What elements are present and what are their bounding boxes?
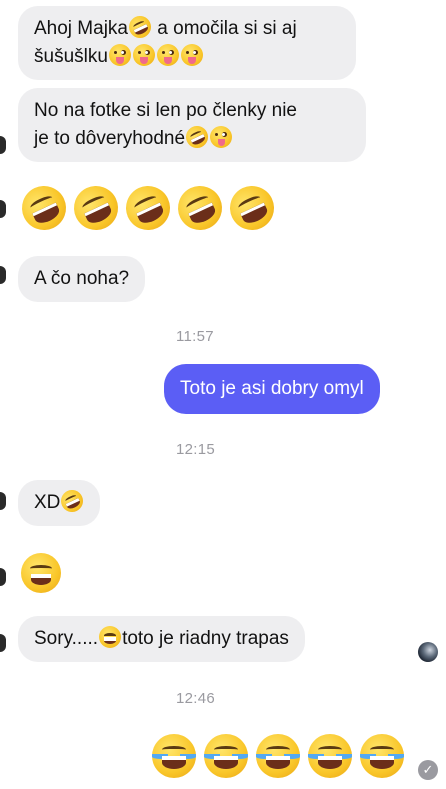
incoming-message[interactable]: Sory..... toto je riadny trapas bbox=[18, 616, 305, 662]
message-text: A čo noha? bbox=[34, 268, 130, 289]
check-icon: ✓ bbox=[418, 760, 438, 780]
message-text: je to dôveryhodné bbox=[34, 128, 186, 149]
incoming-message[interactable]: Ahoj Majka a omočila si si aj šušušlku bbox=[18, 6, 356, 80]
rofl-emoji-icon bbox=[222, 178, 282, 238]
grinning-sweat-emoji-icon bbox=[21, 553, 61, 593]
avatar-edge bbox=[0, 266, 6, 284]
rofl-emoji-icon bbox=[182, 122, 212, 152]
message-text: Sory..... bbox=[34, 628, 99, 649]
avatar-edge bbox=[0, 634, 6, 652]
message-text: šušušlku bbox=[34, 46, 108, 67]
zany-face-emoji-icon bbox=[108, 44, 131, 66]
timestamp: 12:46 bbox=[176, 690, 216, 707]
message-text: No na fotke si len po členky nie bbox=[34, 100, 297, 121]
message-text: Ahoj Majka bbox=[34, 18, 128, 39]
rofl-emoji-icon bbox=[170, 178, 230, 238]
rofl-emoji-icon bbox=[66, 178, 126, 238]
message-text: a omočila si si aj bbox=[157, 18, 297, 39]
incoming-message[interactable]: No na fotke si len po členky nie je to d… bbox=[18, 88, 366, 162]
tears-of-joy-emoji-icon bbox=[256, 734, 300, 778]
outgoing-message[interactable]: Toto je asi dobry omyl bbox=[164, 364, 380, 414]
zany-face-emoji-icon bbox=[132, 44, 155, 66]
zany-face-emoji-icon bbox=[156, 44, 179, 66]
read-receipt-avatar bbox=[418, 642, 438, 662]
rofl-emoji-icon bbox=[14, 178, 74, 238]
avatar-edge bbox=[0, 200, 6, 218]
grinning-sweat-emoji-icon bbox=[99, 626, 122, 648]
emoji-message[interactable] bbox=[14, 178, 282, 238]
incoming-message[interactable]: XD bbox=[18, 480, 101, 526]
avatar-edge bbox=[0, 568, 6, 586]
message-text: XD bbox=[34, 492, 61, 513]
incoming-message[interactable]: A čo noha? bbox=[18, 256, 146, 302]
tears-of-joy-emoji-icon bbox=[152, 734, 196, 778]
avatar-edge bbox=[0, 492, 6, 510]
message-text: toto je riadny trapas bbox=[122, 628, 289, 649]
avatar-edge bbox=[0, 136, 6, 154]
timestamp: 11:57 bbox=[176, 328, 214, 345]
tears-of-joy-emoji-icon bbox=[204, 734, 248, 778]
zany-face-emoji-icon bbox=[210, 126, 233, 148]
tears-of-joy-emoji-icon bbox=[360, 734, 404, 778]
emoji-message[interactable] bbox=[20, 553, 62, 593]
emoji-message[interactable] bbox=[148, 734, 408, 778]
zany-face-emoji-icon bbox=[180, 44, 203, 66]
rofl-emoji-icon bbox=[118, 178, 178, 238]
tears-of-joy-emoji-icon bbox=[308, 734, 352, 778]
rofl-emoji-icon bbox=[57, 486, 88, 516]
rofl-emoji-icon bbox=[125, 12, 155, 42]
timestamp: 12:15 bbox=[176, 441, 216, 458]
message-text: Toto je asi dobry omyl bbox=[180, 378, 364, 399]
